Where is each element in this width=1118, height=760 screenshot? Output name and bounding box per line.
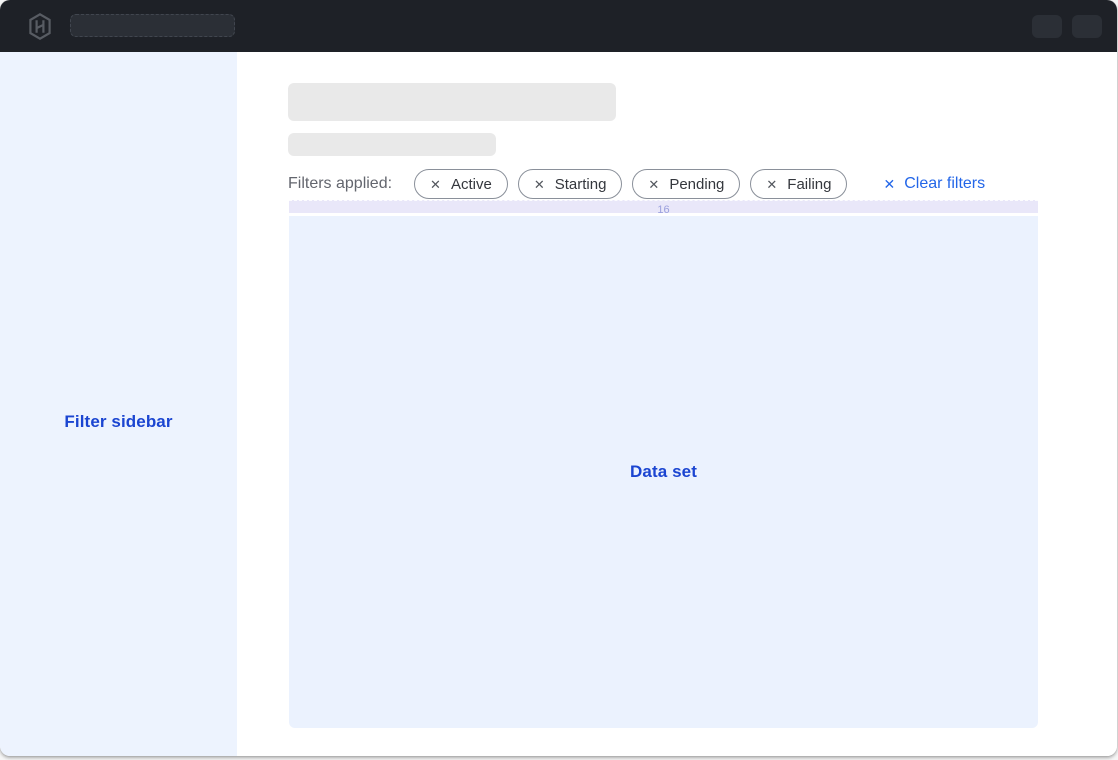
clear-filters-button[interactable]: ✕ Clear filters bbox=[883, 175, 985, 193]
filter-chip-label: Starting bbox=[555, 176, 607, 193]
filter-chip-label: Failing bbox=[787, 176, 831, 193]
filter-chip-starting[interactable]: ✕ Starting bbox=[518, 169, 623, 199]
filter-chip-label: Pending bbox=[669, 176, 724, 193]
clear-filters-label: Clear filters bbox=[904, 175, 985, 193]
topbar-action-1-button[interactable] bbox=[1032, 15, 1062, 38]
filter-sidebar: Filter sidebar bbox=[0, 52, 237, 756]
filters-applied-row: Filters applied: ✕ Active ✕ Starting ✕ P… bbox=[288, 169, 985, 199]
remove-filter-icon[interactable]: ✕ bbox=[534, 178, 545, 191]
dataset-region: Data set bbox=[289, 216, 1038, 728]
hashicorp-logo-icon bbox=[28, 13, 52, 40]
topbar bbox=[0, 0, 1117, 52]
topbar-action-2-button[interactable] bbox=[1072, 15, 1102, 38]
dataset-count: 16 bbox=[657, 204, 669, 216]
filter-chip-label: Active bbox=[451, 176, 492, 193]
main-content: Filters applied: ✕ Active ✕ Starting ✕ P… bbox=[237, 52, 1117, 756]
app-window: Filter sidebar Filters applied: ✕ Active… bbox=[0, 0, 1117, 756]
dataset-count-bar: 16 bbox=[289, 200, 1038, 213]
remove-filter-icon[interactable]: ✕ bbox=[766, 178, 777, 191]
remove-filter-icon[interactable]: ✕ bbox=[430, 178, 441, 191]
subtitle-placeholder bbox=[288, 133, 496, 156]
filter-sidebar-label: Filter sidebar bbox=[0, 412, 237, 432]
filter-chip-pending[interactable]: ✕ Pending bbox=[632, 169, 740, 199]
search-input-placeholder[interactable] bbox=[70, 14, 235, 37]
dataset-label: Data set bbox=[289, 462, 1038, 482]
clear-filters-x-icon: ✕ bbox=[883, 176, 895, 193]
filters-applied-label: Filters applied: bbox=[288, 175, 392, 193]
remove-filter-icon[interactable]: ✕ bbox=[648, 178, 659, 191]
filter-chip-failing[interactable]: ✕ Failing bbox=[750, 169, 847, 199]
title-placeholder bbox=[288, 83, 616, 121]
filter-chip-active[interactable]: ✕ Active bbox=[414, 169, 508, 199]
